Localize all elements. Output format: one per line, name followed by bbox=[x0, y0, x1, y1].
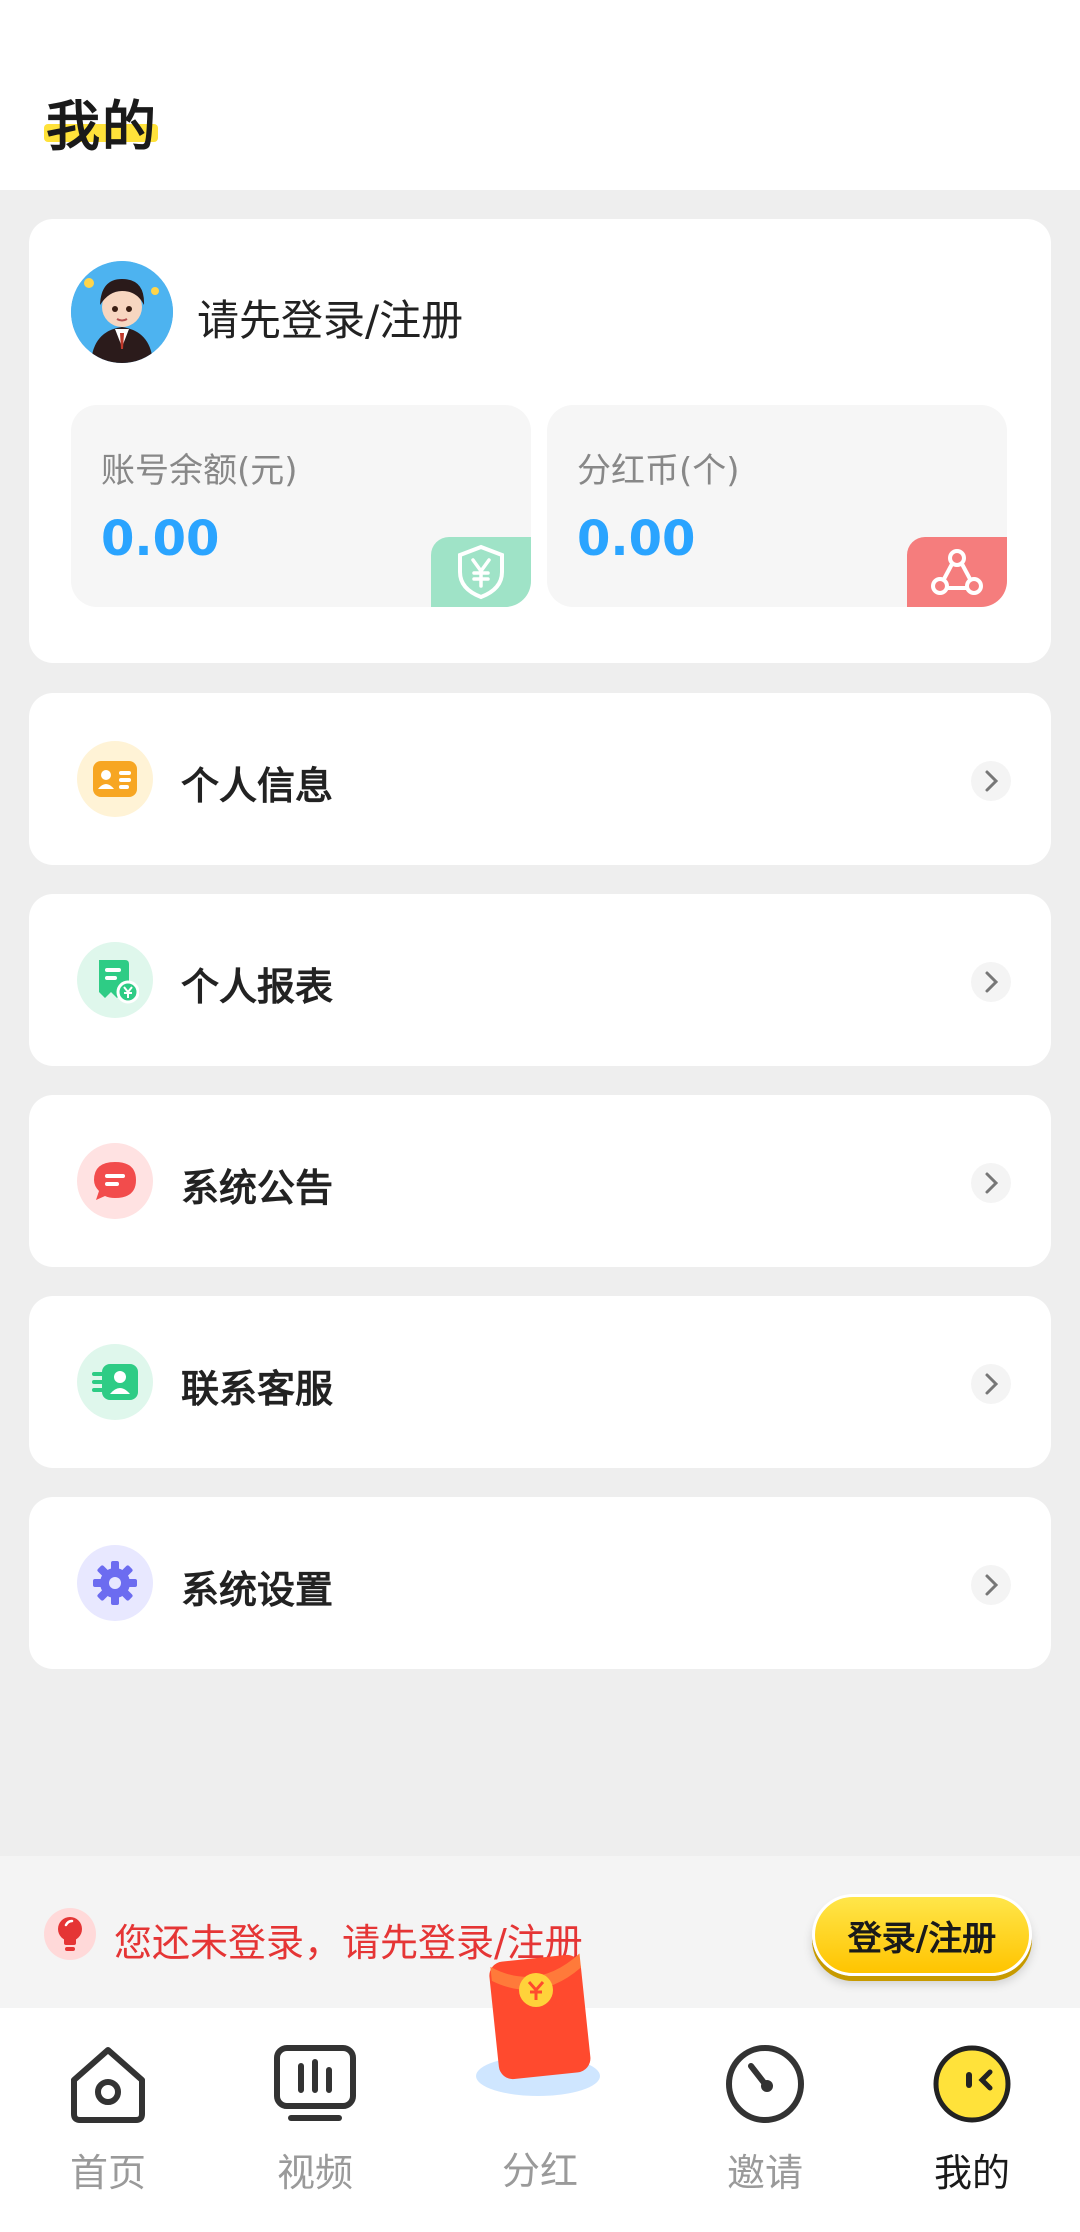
bottom-tab-bar: 首页 视频 分红 邀请 我的 bbox=[0, 1953, 1080, 2232]
shield-yuan-icon bbox=[431, 537, 531, 607]
profile-card: 请先登录/注册 账号余额(元) 0.00 分红币(个) 0.00 bbox=[29, 219, 1051, 663]
tab-label-invite: 邀请 bbox=[726, 2151, 803, 2195]
coins-label: 分红币(个) bbox=[577, 451, 740, 491]
chevron-right-icon bbox=[971, 1565, 1011, 1605]
avatar[interactable] bbox=[71, 261, 173, 363]
menu-label-settings: 系统设置 bbox=[181, 1568, 334, 1612]
tab-invite[interactable]: 邀请 bbox=[657, 2008, 873, 2232]
chevron-right-icon bbox=[971, 1163, 1011, 1203]
balance-box[interactable]: 账号余额(元) 0.00 bbox=[71, 405, 531, 607]
tab-label-home: 首页 bbox=[69, 2151, 146, 2195]
login-register-button[interactable]: 登录/注册 bbox=[812, 1894, 1032, 1976]
invite-icon bbox=[719, 2038, 811, 2130]
app-root: 我的 请先登录/注册 账号余额(元) 0.00 分红币(个) 0.00 个人信息… bbox=[0, 0, 1080, 2232]
menu-item-customer-service[interactable]: 联系客服 bbox=[29, 1296, 1051, 1468]
me-icon bbox=[926, 2038, 1018, 2130]
menu-label-announcement: 系统公告 bbox=[181, 1166, 334, 1210]
page-title: 我的 bbox=[46, 95, 158, 158]
message-icon bbox=[77, 1143, 153, 1219]
video-icon bbox=[269, 2038, 361, 2130]
menu-item-personal-info[interactable]: 个人信息 bbox=[29, 693, 1051, 865]
lightbulb-icon bbox=[44, 1908, 96, 1960]
red-packet-icon[interactable] bbox=[474, 1948, 606, 2098]
chevron-right-icon bbox=[971, 962, 1011, 1002]
chevron-right-icon bbox=[971, 1364, 1011, 1404]
tab-video[interactable]: 视频 bbox=[207, 2008, 423, 2232]
tab-me[interactable]: 我的 bbox=[864, 2008, 1080, 2232]
menu-label-customer-service: 联系客服 bbox=[181, 1367, 334, 1411]
coins-value: 0.00 bbox=[577, 511, 696, 567]
id-card-icon bbox=[77, 741, 153, 817]
menu-label-personal-info: 个人信息 bbox=[181, 764, 334, 808]
menu-item-announcement[interactable]: 系统公告 bbox=[29, 1095, 1051, 1267]
contacts-icon bbox=[77, 1344, 153, 1420]
coins-box[interactable]: 分红币(个) 0.00 bbox=[547, 405, 1007, 607]
report-icon bbox=[77, 942, 153, 1018]
menu-label-personal-report: 个人报表 bbox=[181, 965, 334, 1009]
header: 我的 bbox=[0, 0, 1080, 190]
share-nodes-icon bbox=[907, 537, 1007, 607]
gear-icon bbox=[77, 1545, 153, 1621]
home-icon bbox=[62, 2038, 154, 2130]
tab-label-me: 我的 bbox=[933, 2151, 1010, 2195]
tab-label-video: 视频 bbox=[276, 2151, 353, 2195]
avatar-image bbox=[71, 261, 173, 363]
balance-value: 0.00 bbox=[101, 511, 220, 567]
tab-home[interactable]: 首页 bbox=[0, 2008, 216, 2232]
login-prompt[interactable]: 请先登录/注册 bbox=[197, 287, 463, 348]
menu-item-personal-report[interactable]: 个人报表 bbox=[29, 894, 1051, 1066]
tab-label-dividend: 分红 bbox=[501, 2149, 578, 2193]
menu-item-settings[interactable]: 系统设置 bbox=[29, 1497, 1051, 1669]
balance-label: 账号余额(元) bbox=[101, 451, 298, 491]
chevron-right-icon bbox=[971, 761, 1011, 801]
